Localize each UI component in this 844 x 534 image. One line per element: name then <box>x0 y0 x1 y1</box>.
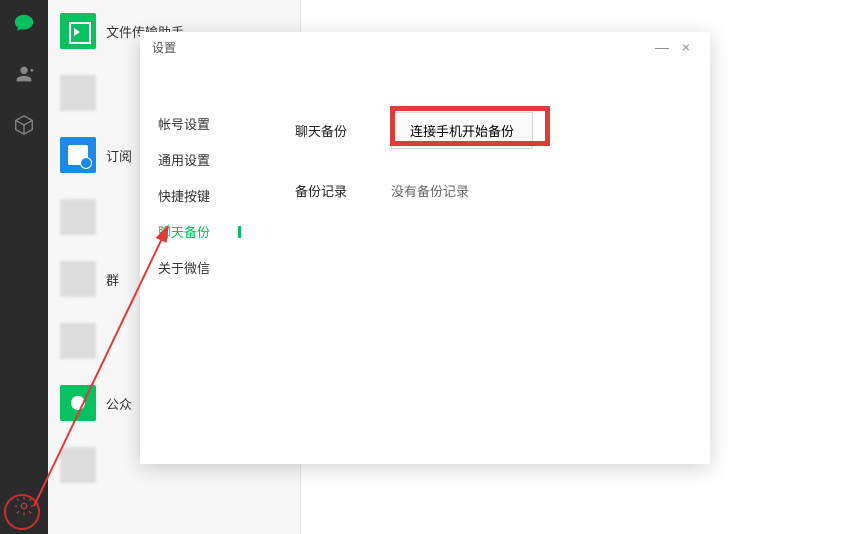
settings-menu-account[interactable]: 帐号设置 <box>158 112 235 134</box>
dialog-title: 设置 <box>152 39 176 56</box>
settings-menu-chat-backup[interactable]: 聊天备份 <box>158 220 235 242</box>
avatar-subscription <box>60 137 96 173</box>
settings-panel: 聊天备份 连接手机开始备份 备份记录 没有备份记录 <box>235 62 710 460</box>
settings-menu-shortcuts[interactable]: 快捷按键 <box>158 184 235 206</box>
avatar-official-account <box>60 385 96 421</box>
dialog-header: 设置 — × <box>140 32 710 62</box>
avatar-blurred <box>60 447 96 483</box>
avatar-blurred <box>60 261 96 297</box>
avatar-blurred <box>60 323 96 359</box>
avatar-blurred <box>60 199 96 235</box>
favorites-icon[interactable] <box>13 114 35 141</box>
chat-item-label: 订阅 <box>106 146 132 165</box>
gear-highlight-annotation <box>4 494 40 530</box>
backup-history-label: 备份记录 <box>295 181 359 200</box>
contacts-icon[interactable] <box>13 63 35 90</box>
chat-item-label: 公众 <box>106 394 132 413</box>
minimize-button[interactable]: — <box>650 35 674 59</box>
connect-phone-backup-button[interactable]: 连接手机开始备份 <box>391 112 533 149</box>
dialog-body: 帐号设置 通用设置 快捷按键 聊天备份 关于微信 聊天备份 连接手机开始备份 备… <box>140 62 710 460</box>
settings-menu-general[interactable]: 通用设置 <box>158 148 235 170</box>
settings-menu-about[interactable]: 关于微信 <box>158 256 235 278</box>
close-button[interactable]: × <box>674 35 698 59</box>
avatar-file-transfer <box>60 13 96 49</box>
backup-history-value: 没有备份记录 <box>391 181 469 200</box>
settings-side-menu: 帐号设置 通用设置 快捷按键 聊天备份 关于微信 <box>140 62 235 460</box>
nav-rail <box>0 0 48 534</box>
panel-row-history: 备份记录 没有备份记录 <box>295 172 710 208</box>
backup-label: 聊天备份 <box>295 121 359 140</box>
avatar-blurred <box>60 75 96 111</box>
settings-dialog: 设置 — × 帐号设置 通用设置 快捷按键 聊天备份 关于微信 聊天备份 连接手… <box>140 32 710 464</box>
panel-row-backup: 聊天备份 连接手机开始备份 <box>295 112 710 148</box>
chat-icon[interactable] <box>13 12 35 39</box>
chat-item-label: 群 <box>106 270 119 289</box>
